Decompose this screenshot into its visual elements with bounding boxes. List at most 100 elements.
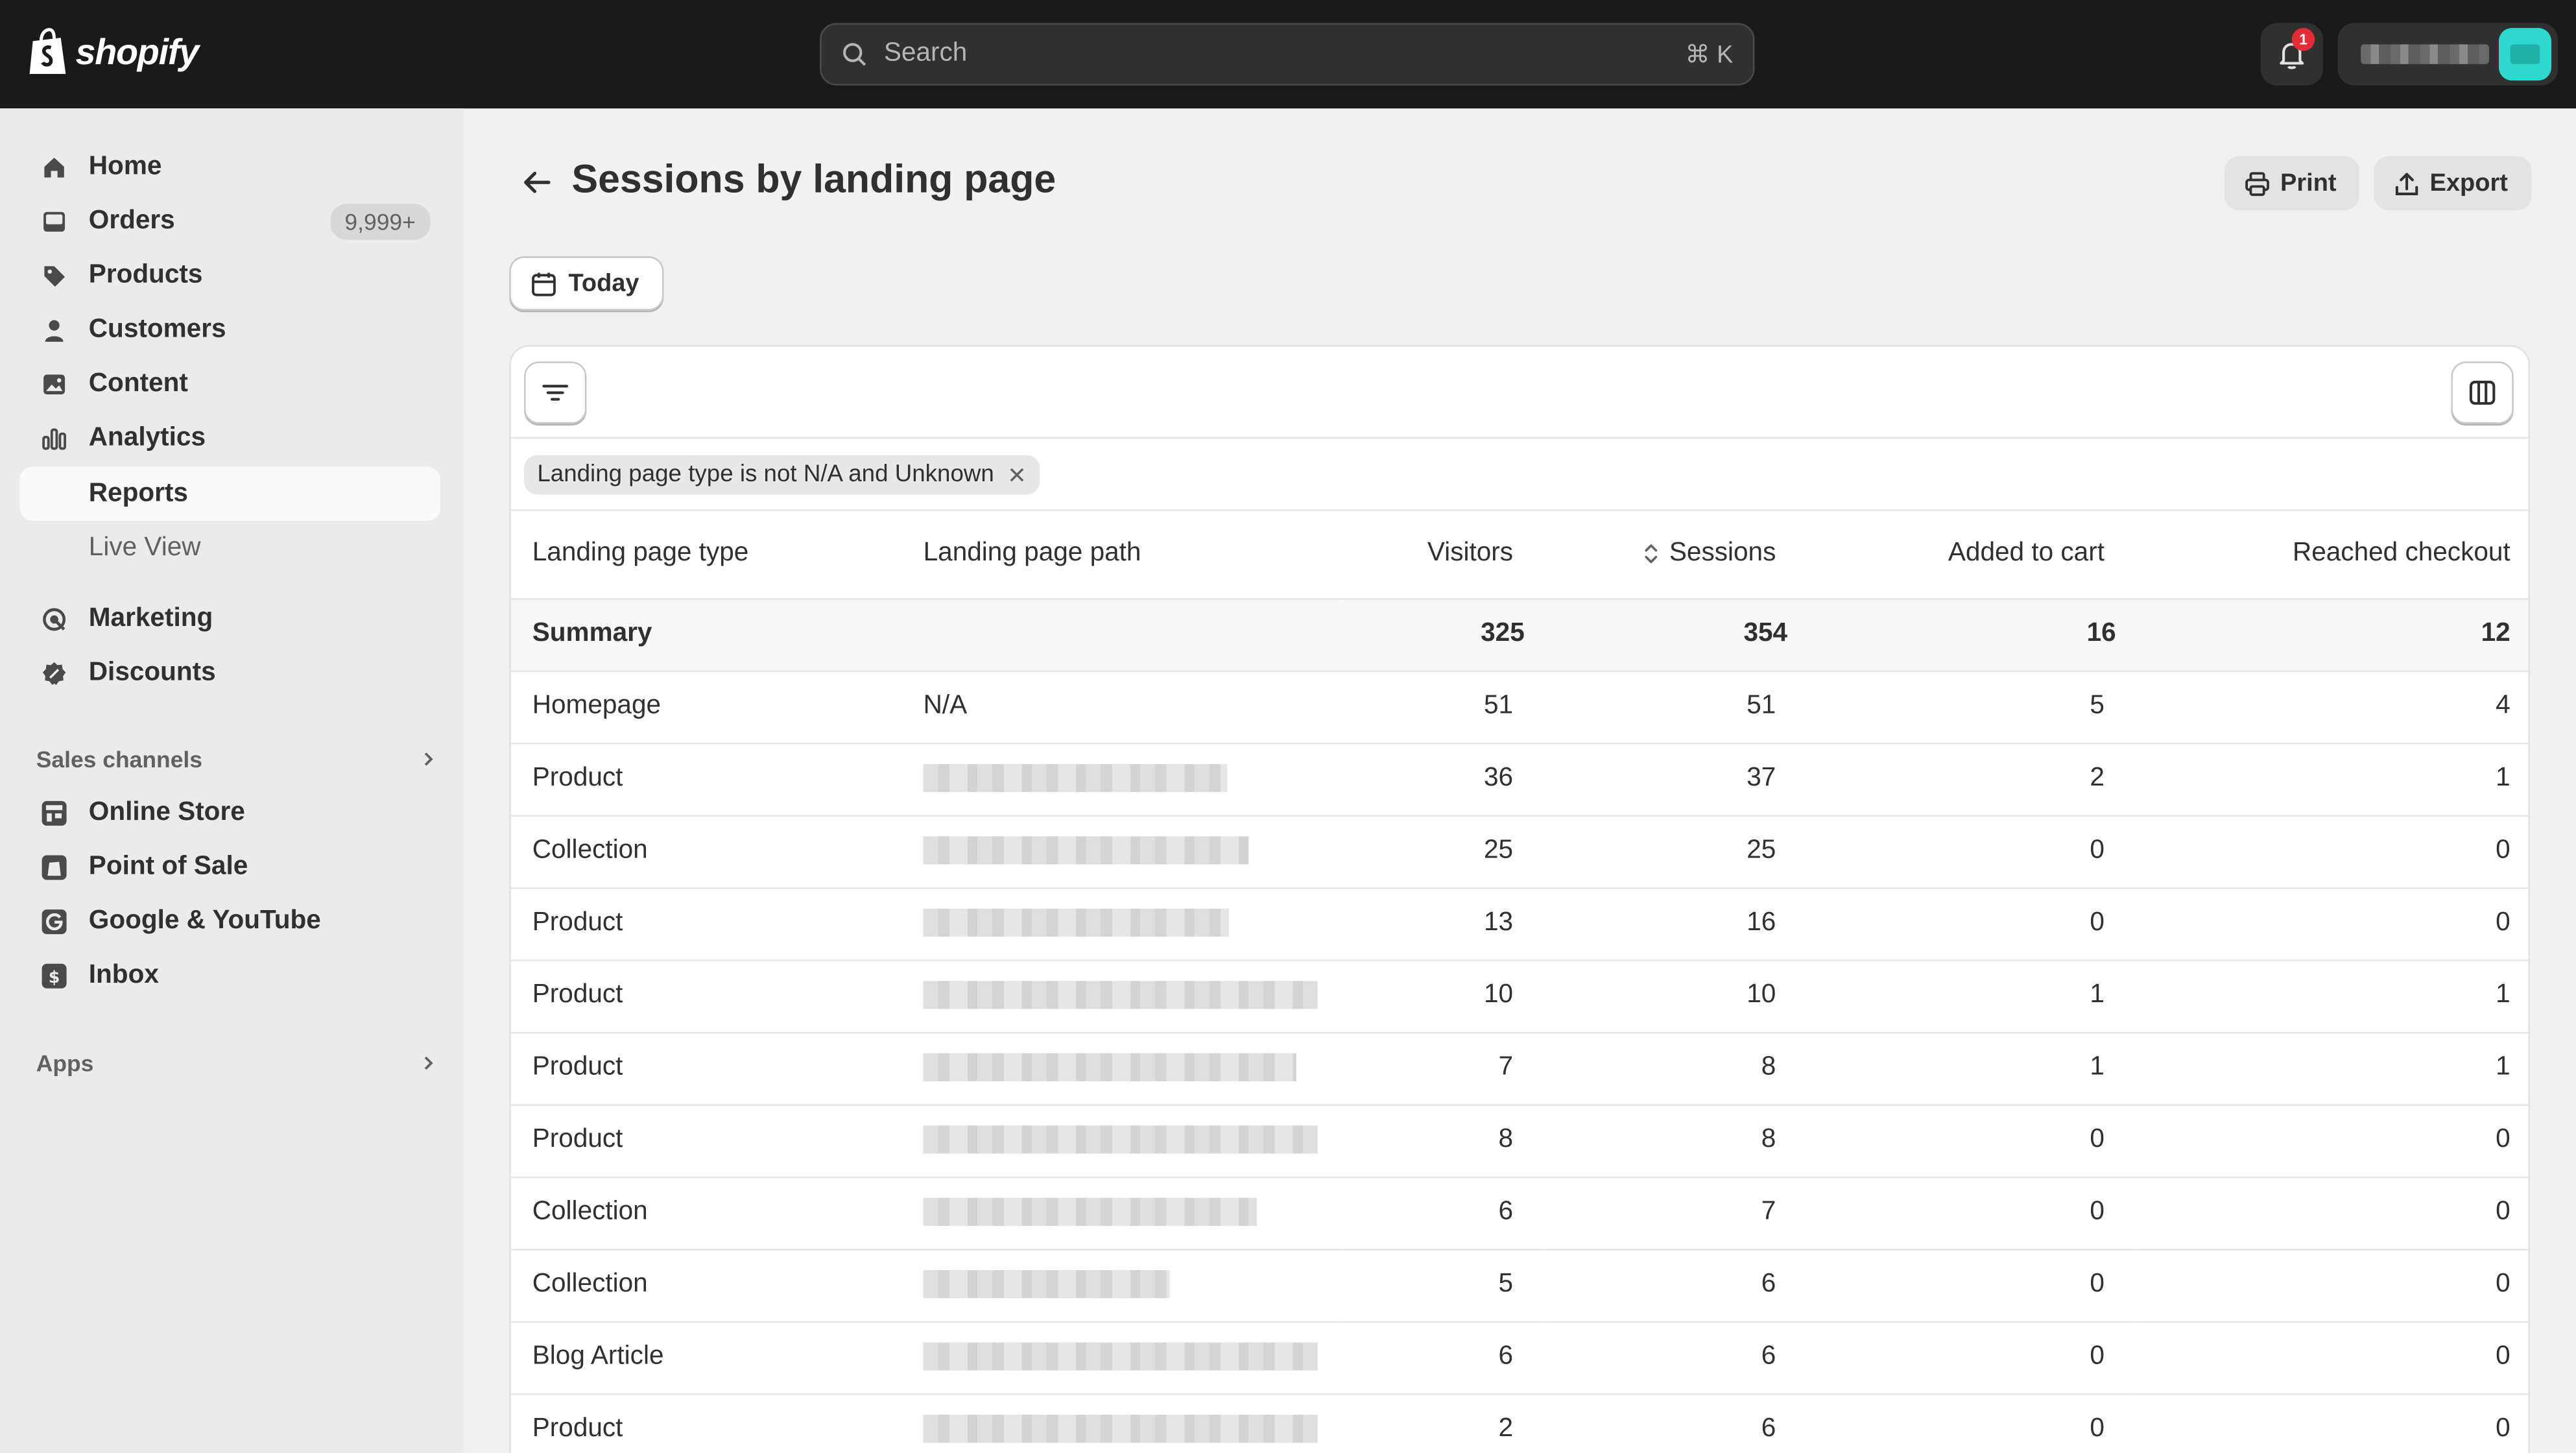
apps-header[interactable]: Apps (36, 1050, 437, 1076)
redacted-path (923, 837, 1249, 865)
cell-sessions: 7 (1545, 1176, 1809, 1250)
sidebar-item-label: Marketing (88, 603, 213, 632)
redacted-path (923, 1053, 1296, 1082)
sidebar-item-point-of-sale[interactable]: Point of Sale (19, 839, 440, 894)
table-row[interactable]: Collection 5 6 0 0 (510, 1249, 2529, 1322)
column-header-landing-page-path[interactable]: Landing page path (913, 510, 1341, 599)
sidebar-item-discounts[interactable]: Discounts (19, 646, 440, 701)
account-menu-button[interactable] (2337, 23, 2558, 86)
table-row[interactable]: Product 13 16 0 0 (510, 887, 2529, 961)
discount-icon (40, 658, 69, 688)
brand-name: shopify (75, 31, 200, 73)
cell-landing-page-type: Product (510, 887, 914, 961)
cell-added-to-cart: 0 (1809, 1321, 2138, 1395)
sidebar-item-inbox[interactable]: $ Inbox (19, 948, 440, 1003)
sidebar-item-home[interactable]: Home (19, 139, 440, 194)
cell-sessions: 8 (1545, 1031, 1809, 1105)
back-arrow-icon[interactable] (519, 164, 555, 200)
sidebar-item-online-store[interactable]: Online Store (19, 786, 440, 840)
redacted-path (923, 1198, 1257, 1227)
cell-visitors: 10 (1341, 959, 1546, 1033)
home-icon (40, 152, 69, 182)
cell-landing-page-type: Product (510, 1393, 914, 1453)
sidebar-item-reports[interactable]: Reports (19, 466, 440, 522)
cell-landing-page-path (913, 1176, 1341, 1250)
cell-landing-page-path (913, 1031, 1341, 1105)
search-placeholder: Search (883, 39, 968, 67)
cell-added-to-cart: 0 (1809, 815, 2138, 889)
cell-landing-page-path (913, 1393, 1341, 1453)
summary-path-cell (913, 598, 1341, 671)
date-range-button[interactable]: Today (509, 256, 664, 311)
image-icon (40, 369, 69, 399)
table-row[interactable]: Collection 6 7 0 0 (510, 1176, 2529, 1250)
shopify-logo[interactable]: shopify (27, 28, 200, 77)
cell-landing-page-path: N/A (913, 670, 1341, 744)
sidebar-item-label: Products (88, 260, 203, 289)
cell-landing-page-path (913, 815, 1341, 889)
column-header-visitors[interactable]: Visitors (1341, 510, 1546, 599)
column-header-landing-page-type[interactable]: Landing page type (510, 510, 914, 599)
filter-chip[interactable]: Landing page type is not N/A and Unknown… (524, 455, 1040, 495)
sidebar-item-label: Analytics (88, 423, 206, 451)
cell-landing-page-type: Collection (510, 1249, 914, 1322)
sidebar-item-products[interactable]: Products (19, 248, 440, 303)
filter-lines-icon (542, 385, 568, 401)
sidebar-item-orders[interactable]: Orders 9,999+ (19, 194, 440, 248)
column-header-reached-checkout[interactable]: Reached checkout (2137, 510, 2529, 599)
search-input[interactable]: Search ⌘ K (820, 23, 1755, 86)
cell-visitors: 7 (1341, 1031, 1546, 1105)
upload-icon (2395, 172, 2418, 195)
close-icon[interactable]: ✕ (1007, 461, 1027, 489)
table-row[interactable]: Homepage N/A 51 51 5 4 (510, 670, 2529, 744)
cell-landing-page-type: Collection (510, 815, 914, 889)
filter-chip-label: Landing page type is not N/A and Unknown (537, 461, 994, 488)
sales-channels-header[interactable]: Sales channels (36, 746, 437, 773)
redacted-path (923, 1125, 1318, 1154)
sidebar-item-google-youtube[interactable]: Google & YouTube (19, 894, 440, 948)
table-row[interactable]: Product 8 8 0 0 (510, 1104, 2529, 1178)
table-row[interactable]: Product 2 6 0 0 (510, 1393, 2529, 1453)
date-range-label: Today (568, 269, 639, 298)
sidebar-item-live-view[interactable]: Live View (19, 521, 440, 575)
redacted-path (923, 981, 1318, 1010)
cell-landing-page-type: Product (510, 1031, 914, 1105)
table-row[interactable]: Blog Article 6 6 0 0 (510, 1321, 2529, 1395)
columns-button[interactable] (2451, 361, 2514, 424)
notifications-button[interactable]: 1 (2260, 23, 2323, 86)
filter-button[interactable] (524, 361, 587, 424)
sidebar-item-marketing[interactable]: Marketing (19, 592, 440, 646)
shopify-bag-icon (29, 28, 66, 74)
cell-landing-page-type: Product (510, 1104, 914, 1178)
sidebar-item-content[interactable]: Content (19, 357, 440, 411)
sidebar-item-label: Home (88, 152, 162, 180)
cell-added-to-cart: 0 (1809, 1249, 2138, 1322)
column-header-added-to-cart[interactable]: Added to cart (1809, 510, 2138, 599)
cell-visitors: 13 (1341, 887, 1546, 961)
print-button[interactable]: Print (2224, 156, 2360, 211)
redacted-path (923, 1343, 1318, 1371)
sidebar-item-label: Google & YouTube (88, 906, 321, 935)
redacted-path (923, 1270, 1170, 1299)
top-bar: shopify Search ⌘ K 1 (0, 0, 2576, 109)
sidebar-item-customers[interactable]: Customers (19, 302, 440, 357)
cell-sessions: 51 (1545, 670, 1809, 744)
table-row[interactable]: Collection 25 25 0 0 (510, 815, 2529, 889)
redacted-path (923, 909, 1229, 937)
cell-reached-checkout: 4 (2137, 670, 2529, 744)
sidebar-item-analytics[interactable]: Analytics (19, 411, 440, 465)
cell-reached-checkout: 1 (2137, 742, 2529, 816)
summary-added-to-cart: 16 (1809, 598, 2138, 671)
cell-reached-checkout: 0 (2137, 815, 2529, 889)
table-row[interactable]: Product 7 8 1 1 (510, 1031, 2529, 1105)
person-icon (40, 315, 69, 344)
cell-sessions: 16 (1545, 887, 1809, 961)
cell-reached-checkout: 0 (2137, 1393, 2529, 1453)
table-row[interactable]: Product 10 10 1 1 (510, 959, 2529, 1033)
cell-landing-page-path (913, 1104, 1341, 1178)
sidebar-item-label: Orders (88, 206, 175, 234)
column-header-sessions[interactable]: Sessions (1545, 510, 1809, 599)
table-row[interactable]: Product 36 37 2 1 (510, 742, 2529, 816)
cell-added-to-cart: 0 (1809, 887, 2138, 961)
export-button[interactable]: Export (2374, 156, 2531, 211)
